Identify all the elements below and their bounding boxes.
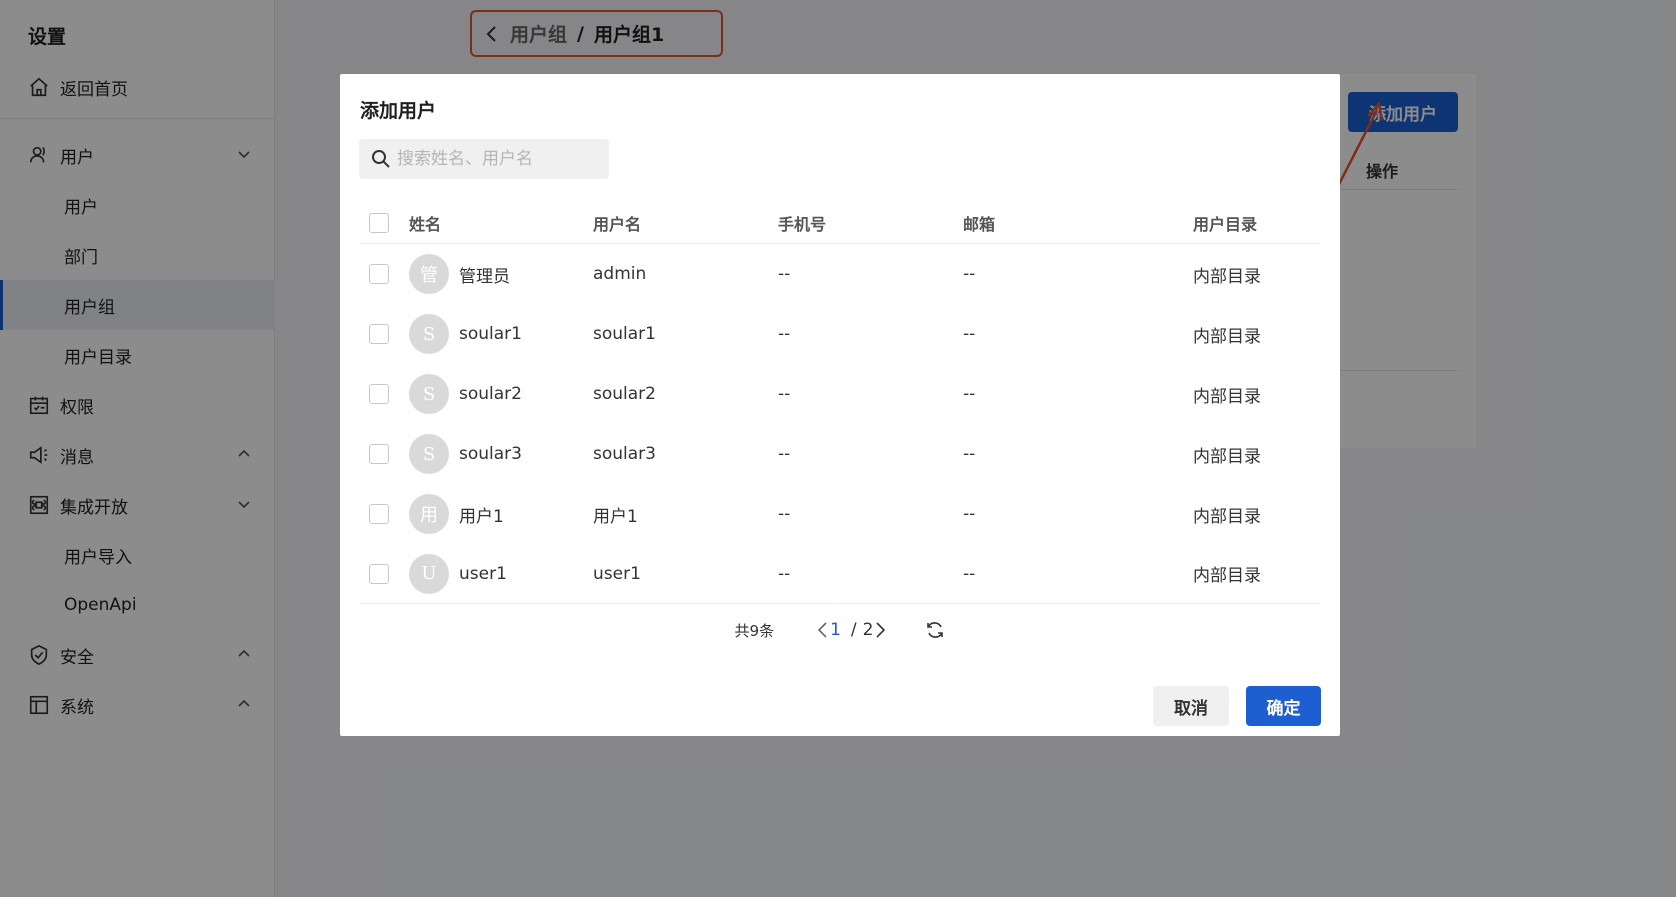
user-directory: 内部目录 — [1193, 386, 1261, 407]
user-directory: 内部目录 — [1193, 506, 1261, 527]
column-header-email: 邮箱 — [963, 214, 996, 234]
user-email: -- — [963, 324, 976, 344]
column-header-directory: 用户目录 — [1193, 214, 1258, 234]
user-name: soular1 — [459, 324, 522, 344]
user-name: 管理员 — [459, 266, 510, 287]
table-row[interactable]: 管管理员 admin -- -- 内部目录 — [359, 244, 1321, 304]
row-checkbox[interactable] — [369, 384, 389, 404]
avatar: S — [409, 374, 449, 414]
user-email: -- — [963, 444, 976, 464]
user-email: -- — [963, 384, 976, 404]
confirm-button[interactable]: 确定 — [1246, 686, 1321, 726]
add-user-dialog: 添加用户 姓名 用户名 手机号 邮箱 用户目录 管管理员 admin -- --… — [340, 74, 1340, 736]
row-checkbox[interactable] — [369, 324, 389, 344]
refresh-icon[interactable] — [925, 620, 945, 640]
user-phone: -- — [778, 324, 791, 344]
user-username: soular1 — [593, 324, 656, 344]
page-separator: / — [850, 620, 857, 640]
user-email: -- — [963, 504, 976, 524]
cancel-button[interactable]: 取消 — [1153, 686, 1229, 726]
pagination: 共9条 1 / 2 — [340, 615, 1340, 645]
user-phone: -- — [778, 563, 791, 584]
avatar: S — [409, 434, 449, 474]
page-navigator: 1 / 2 — [816, 620, 887, 640]
table-row[interactable]: 用用户1 用户1 -- -- 内部目录 — [359, 484, 1321, 544]
total-pages: 2 — [862, 620, 874, 640]
pagination-total: 共9条 — [734, 621, 775, 640]
user-phone: -- — [778, 444, 791, 464]
user-name: 用户1 — [459, 506, 504, 527]
avatar: S — [409, 314, 449, 354]
user-phone: -- — [778, 504, 791, 524]
user-name: user1 — [459, 563, 507, 584]
user-table: 姓名 用户名 手机号 邮箱 用户目录 管管理员 admin -- -- 内部目录… — [359, 202, 1321, 604]
select-all-checkbox[interactable] — [369, 212, 389, 233]
search-icon — [372, 150, 390, 168]
user-email: -- — [963, 563, 976, 584]
user-name: soular3 — [459, 444, 522, 464]
user-name: soular2 — [459, 384, 522, 404]
user-phone: -- — [778, 384, 791, 404]
prev-page-icon[interactable] — [816, 621, 828, 639]
user-directory: 内部目录 — [1193, 446, 1261, 467]
avatar: 用 — [409, 494, 449, 534]
row-checkbox[interactable] — [369, 504, 389, 524]
user-directory: 内部目录 — [1193, 566, 1261, 586]
user-username: soular2 — [593, 384, 656, 404]
current-page[interactable]: 1 — [830, 620, 841, 640]
user-directory: 内部目录 — [1193, 326, 1261, 347]
next-page-icon[interactable] — [875, 621, 887, 639]
user-username: soular3 — [593, 444, 656, 464]
row-checkbox[interactable] — [369, 444, 389, 464]
dialog-title: 添加用户 — [360, 100, 437, 122]
row-checkbox[interactable] — [369, 264, 389, 284]
user-email: -- — [963, 264, 976, 284]
table-row[interactable]: Ssoular1 soular1 -- -- 内部目录 — [359, 304, 1321, 364]
user-username: 用户1 — [593, 506, 638, 527]
table-row[interactable]: Ssoular2 soular2 -- -- 内部目录 — [359, 364, 1321, 424]
table-row[interactable]: Uuser1 user1 -- -- 内部目录 — [359, 544, 1321, 604]
column-header-username: 用户名 — [593, 214, 642, 234]
table-header: 姓名 用户名 手机号 邮箱 用户目录 — [359, 202, 1321, 244]
row-checkbox[interactable] — [369, 563, 389, 584]
user-phone: -- — [778, 264, 791, 284]
user-username: admin — [593, 264, 647, 284]
avatar: 管 — [409, 254, 449, 294]
search-box[interactable] — [359, 139, 609, 179]
avatar: U — [409, 553, 449, 594]
search-input[interactable] — [397, 149, 597, 169]
table-row[interactable]: Ssoular3 soular3 -- -- 内部目录 — [359, 424, 1321, 484]
user-directory: 内部目录 — [1193, 266, 1261, 287]
column-header-phone: 手机号 — [778, 214, 827, 234]
user-username: user1 — [593, 563, 641, 584]
column-header-name: 姓名 — [409, 214, 442, 234]
